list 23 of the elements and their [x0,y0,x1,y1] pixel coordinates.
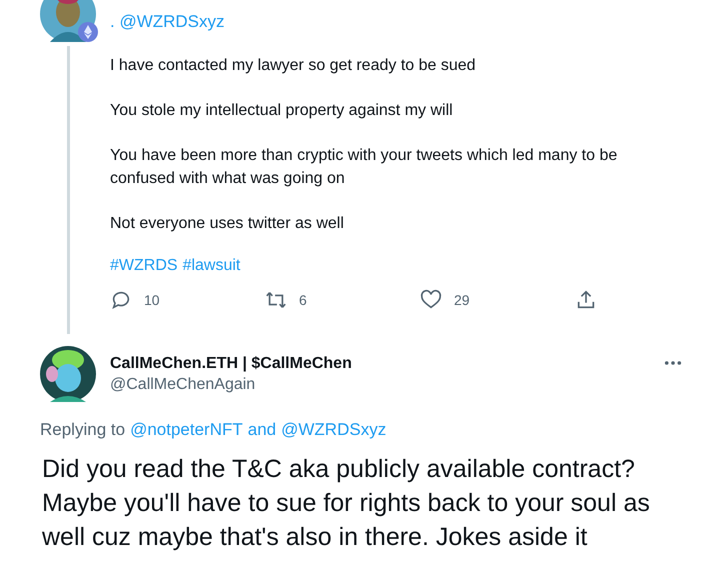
action-count: 10 [144,292,160,308]
replying-joiner: and [248,420,276,440]
tweet-paragraph: You stole my intellectual property against my will [110,101,454,121]
ethereum-badge-icon [78,22,98,42]
tweet-paragraph: Not everyone uses twitter as well [110,214,345,234]
share-icon[interactable] [575,289,597,311]
mention-link[interactable]: @WZRDSxyz [281,420,386,440]
tweet-paragraph: I have contacted my lawyer so get ready to be sued [110,56,477,76]
mention-link[interactable]: @notpeterNFT [130,420,243,440]
reply-text: Did you read the T&C aka publicly available contract? Maybe you'll have to sue for rights back to your soul as well cuz maybe that's also in there. Jokes aside it [42,454,651,553]
action-count: 29 [454,292,470,308]
more-options-icon[interactable] [664,360,682,366]
reply-icon[interactable] [110,289,132,311]
retweet-icon[interactable] [265,289,287,311]
user-handle: @CallMeChenAgain [110,376,256,394]
action-count: 6 [299,292,307,308]
mention-link[interactable]: . @WZRDSxyz [110,12,720,32]
hashtag-link[interactable]: #lawsuit [182,257,240,275]
heart-icon[interactable] [420,289,442,311]
tweet-paragraph: You have been more than cryptic with your tweets which led many to be confused with what was going on [110,146,618,189]
replying-label: Replying to [40,420,126,440]
hashtag-link[interactable]: #WZRDS [110,257,178,275]
display-name[interactable]: CallMeChen.ETH | $CallMeChen [110,354,664,372]
